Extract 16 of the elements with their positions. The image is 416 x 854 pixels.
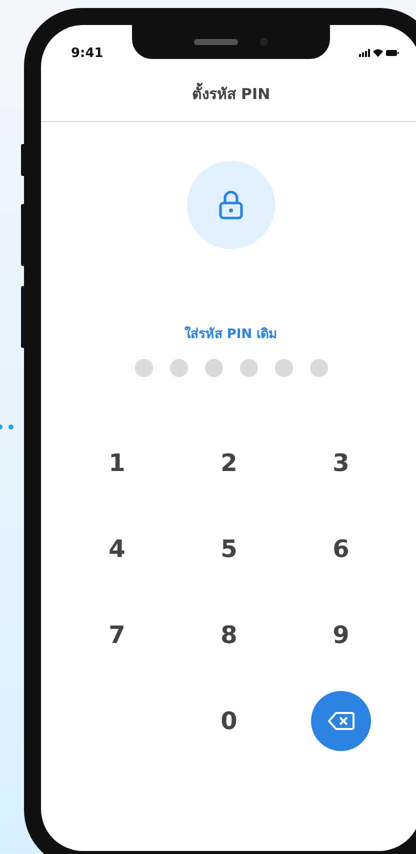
digit-key[interactable]: 7	[98, 617, 136, 653]
dots-decoration	[0, 424, 14, 430]
status-time: 9:41	[71, 46, 104, 60]
screen-title: ตั้งรหัส PIN	[192, 83, 270, 105]
digit-key[interactable]: 1	[98, 445, 136, 481]
digit-key[interactable]: 9	[322, 617, 360, 653]
digit-key[interactable]: 5	[210, 531, 248, 567]
backspace-icon	[327, 711, 355, 731]
pin-prompt: ใส่รหัส PIN เดิม	[184, 325, 278, 344]
digit-key[interactable]: 0	[210, 703, 248, 739]
digit-key[interactable]: 3	[322, 445, 360, 481]
digit-key[interactable]: 4	[98, 531, 136, 567]
digit-key[interactable]: 8	[210, 617, 248, 653]
digit-key[interactable]: 6	[322, 531, 360, 567]
status-icons	[359, 48, 399, 58]
digit-key[interactable]: 2	[210, 445, 248, 481]
